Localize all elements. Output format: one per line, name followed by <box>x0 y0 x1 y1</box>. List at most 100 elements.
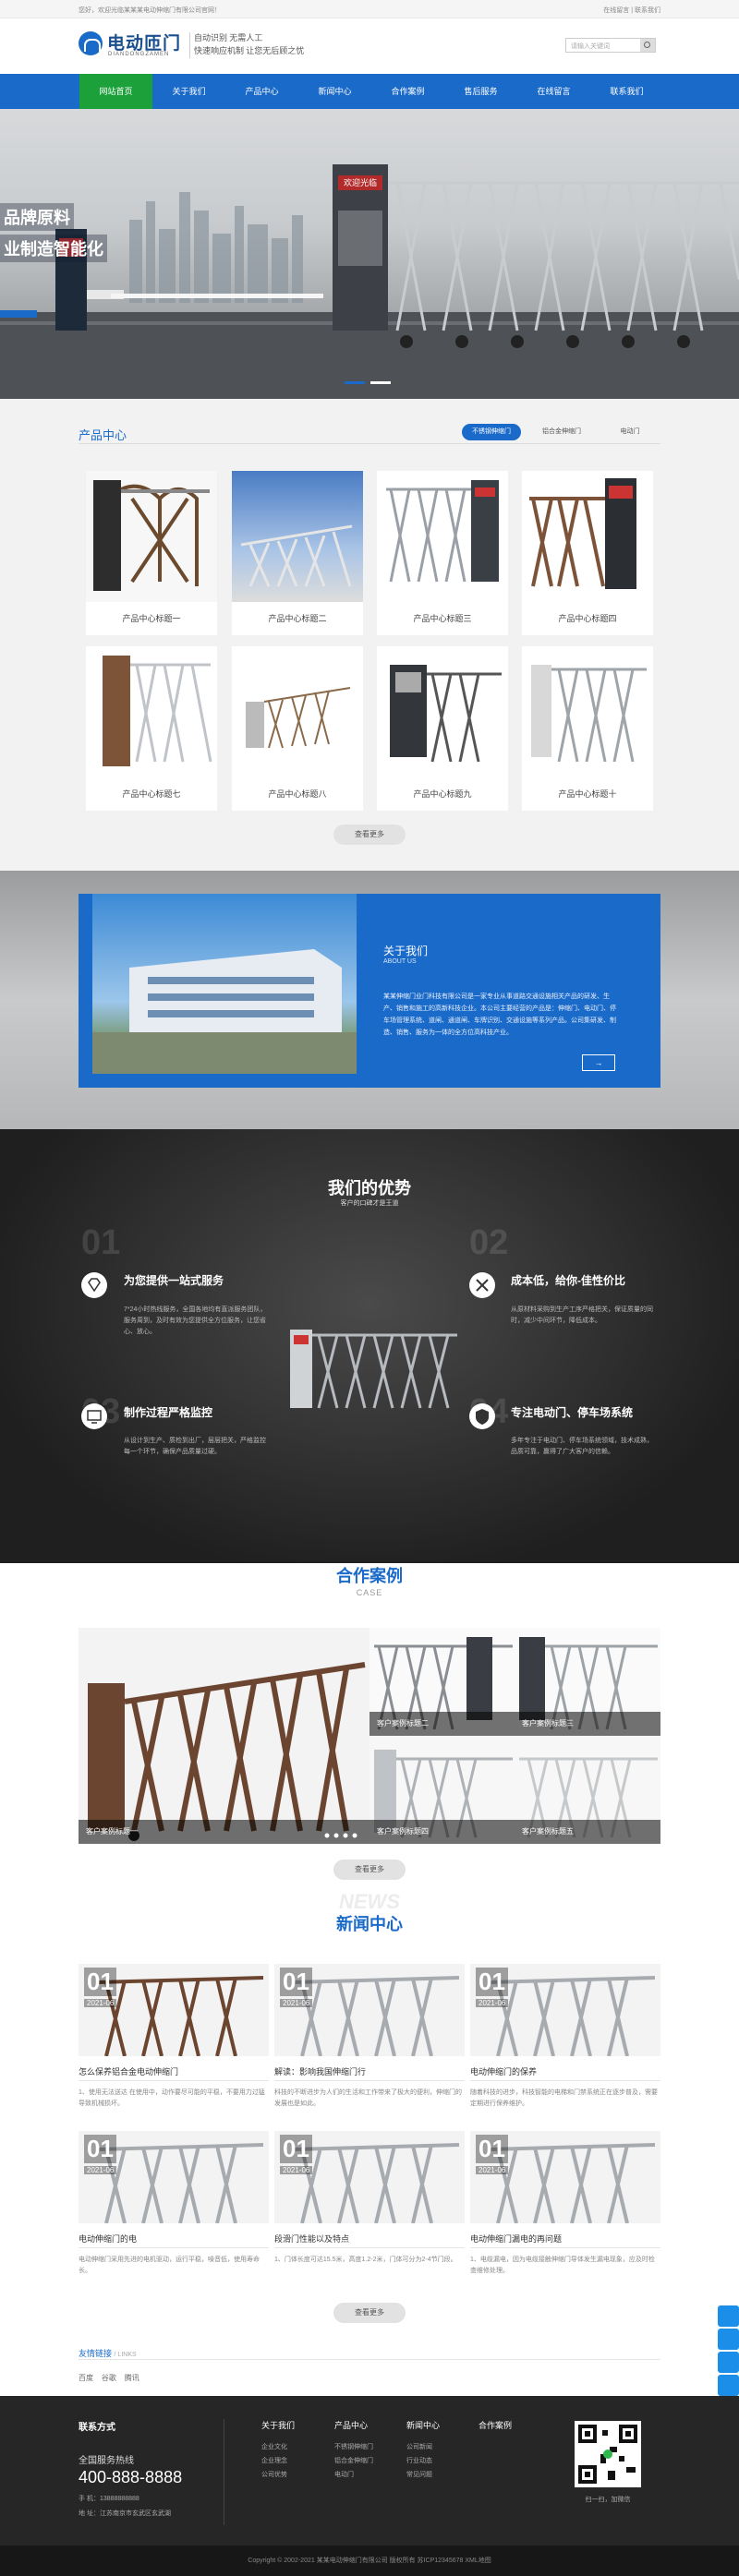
news-card[interactable]: 01 2021-06 电动伸缩门的保养 随着科技的进步，科技智能的电梯和门禁系统正在逐… <box>470 1964 660 2121</box>
news-title[interactable]: 电动伸缩门的电 <box>79 2233 269 2245</box>
footer-link[interactable]: 公司优势 <box>261 2468 331 2482</box>
products-more-button[interactable]: 查看更多 <box>333 825 406 845</box>
footer-contact-title: 联系方式 <box>79 2423 115 2433</box>
news-title[interactable]: 怎么保养铝合金电动伸缩门 <box>79 2065 269 2077</box>
nav-cases[interactable]: 合作案例 <box>371 74 444 109</box>
news-title[interactable]: 电动伸缩门的保养 <box>470 2065 660 2077</box>
chat-icon[interactable] <box>718 2305 739 2327</box>
footer-column-title[interactable]: 产品中心 <box>334 2419 404 2431</box>
footer-column-title[interactable]: 合作案例 <box>479 2419 548 2431</box>
links-list: 百度 谷歌 腾讯 <box>79 2373 139 2383</box>
case-card[interactable]: 客户案例标题四 <box>370 1736 515 1844</box>
product-card[interactable]: 产品中心标题四 <box>522 471 653 635</box>
footer-column-title[interactable]: 新闻中心 <box>406 2419 476 2431</box>
nav-contact[interactable]: 联系我们 <box>590 74 663 109</box>
news-date-month: 2021-06 <box>280 1999 313 2007</box>
case-card[interactable]: 客户案例标题五 <box>515 1736 660 1844</box>
product-caption[interactable]: 产品中心标题十 <box>522 777 653 811</box>
search-icon[interactable] <box>640 39 655 52</box>
footer-link[interactable]: 公司新闻 <box>406 2440 476 2454</box>
product-card[interactable]: 产品中心标题九 <box>377 646 508 811</box>
about-more-arrow[interactable]: → <box>582 1054 615 1071</box>
case-slider-dots[interactable] <box>322 1828 359 1838</box>
case-caption[interactable]: 客户案例标题二 <box>370 1712 515 1736</box>
monitor-icon <box>81 1403 107 1429</box>
cases-subtitle: CASE <box>356 1588 383 1597</box>
product-caption[interactable]: 产品中心标题九 <box>377 777 508 811</box>
product-caption[interactable]: 产品中心标题八 <box>232 777 363 811</box>
nav-home[interactable]: 网站首页 <box>79 74 152 109</box>
news-title[interactable]: 电动伸缩门漏电的再问题 <box>470 2233 660 2245</box>
nav-service[interactable]: 售后服务 <box>444 74 517 109</box>
link-item[interactable]: 百度 <box>79 2374 93 2382</box>
nav-news[interactable]: 新闻中心 <box>298 74 371 109</box>
product-caption[interactable]: 产品中心标题四 <box>522 602 653 635</box>
footer-link[interactable]: 常见问题 <box>406 2468 476 2482</box>
phone-icon[interactable] <box>718 2329 739 2350</box>
product-card[interactable]: 产品中心标题一 <box>86 471 217 635</box>
news-more-button[interactable]: 查看更多 <box>333 2303 406 2323</box>
cases-more-button[interactable]: 查看更多 <box>333 1860 406 1880</box>
logo-text[interactable]: 电动匝门 <box>107 30 181 54</box>
hero-banner[interactable]: 品牌原料 业制造智能化 欢迎光临 <box>0 109 739 399</box>
mobile-icon[interactable] <box>718 2352 739 2373</box>
product-caption[interactable]: 产品中心标题三 <box>377 602 508 635</box>
footer-link[interactable]: 行业动态 <box>406 2454 476 2468</box>
news-excerpt: 随着科技的进步，科技智能的电梯和门禁系统正在逐步普及，需要定期进行保养维护。 <box>470 2089 658 2107</box>
product-card[interactable]: 产品中心标题八 <box>232 646 363 811</box>
adv-title: 成本低，给你-佳性价比 <box>511 1274 625 1287</box>
news-divider <box>274 2080 465 2081</box>
main-nav: 网站首页 关于我们 产品中心 新闻中心 合作案例 售后服务 在线留言 联系我们 <box>0 74 739 109</box>
product-card[interactable]: 产品中心标题三 <box>377 471 508 635</box>
case-card-large[interactable]: 客户案例标题一 <box>79 1628 370 1844</box>
product-card[interactable]: 产品中心标题七 <box>86 646 217 811</box>
footer-link[interactable]: 不锈钢伸缩门 <box>334 2440 404 2454</box>
product-caption[interactable]: 产品中心标题二 <box>232 602 363 635</box>
back-to-top-icon[interactable] <box>718 2375 739 2396</box>
case-caption[interactable]: 客户案例标题三 <box>515 1712 660 1736</box>
links-title: 友情链接 / LINKS <box>79 2347 137 2359</box>
product-image <box>522 471 653 602</box>
product-image <box>377 471 508 602</box>
top-links[interactable]: 在线留言 | 联系我们 <box>603 6 660 15</box>
logo-icon[interactable] <box>79 31 103 55</box>
link-item[interactable]: 谷歌 <box>102 2374 116 2382</box>
slogan-line-1: 自动识别 无需人工 <box>194 33 263 42</box>
product-card[interactable]: 产品中心标题十 <box>522 646 653 811</box>
footer-link[interactable]: 企业文化 <box>261 2440 331 2454</box>
case-caption[interactable]: 客户案例标题四 <box>370 1820 515 1844</box>
search-input[interactable]: 请输入关键词 <box>565 38 656 53</box>
footer-link[interactable]: 企业理念 <box>261 2454 331 2468</box>
news-card[interactable]: 01 2021-06 电动伸缩门的电 电动伸缩门采用先进的电机驱动，运行平稳，噪音低，… <box>79 2131 269 2288</box>
nav-message[interactable]: 在线留言 <box>517 74 590 109</box>
tab-stainless[interactable]: 不锈钢伸缩门 <box>462 424 521 440</box>
tab-electric[interactable]: 电动门 <box>600 424 660 440</box>
footer-column-title[interactable]: 关于我们 <box>261 2419 331 2431</box>
news-card[interactable]: 01 2021-06 怎么保养铝合金电动伸缩门 1、使用无法送达 在使用中，动作要尽可… <box>79 1964 269 2121</box>
news-card[interactable]: 01 2021-06 段滑门性能以及特点 1、门体长度可达15.5米，高度1.2-2米… <box>274 2131 465 2288</box>
news-title[interactable]: 段滑门性能以及特点 <box>274 2233 465 2245</box>
link-item[interactable]: 腾讯 <box>125 2374 139 2382</box>
product-card[interactable]: 产品中心标题二 <box>232 471 363 635</box>
tab-aluminum[interactable]: 铝合金伸缩门 <box>532 424 591 440</box>
news-card[interactable]: 01 2021-06 解读：影响我国伸缩门行 科技的不断进步为人们的生活和工作带来了极… <box>274 1964 465 2121</box>
footer-link[interactable]: 铝合金伸缩门 <box>334 2454 404 2468</box>
product-tabs: 不锈钢伸缩门 铝合金伸缩门 电动门 <box>462 424 660 440</box>
footer-column: 新闻中心公司新闻 行业动态 常见问题 <box>406 2419 476 2482</box>
footer-hotline[interactable]: 400-888-8888 <box>79 2468 182 2487</box>
news-divider <box>470 2080 660 2081</box>
logo-subtitle: DIANDONGZAMEN <box>108 52 170 57</box>
nav-about[interactable]: 关于我们 <box>152 74 225 109</box>
qr-caption: 扫一扫，加微信 <box>585 2497 631 2503</box>
adv-text: 多年专注于电动门、停车场系统领域，技术成熟，品质可靠，赢得了广大客户的信赖。 <box>511 1438 653 1455</box>
product-caption[interactable]: 产品中心标题一 <box>86 602 217 635</box>
news-title[interactable]: 解读：影响我国伸缩门行 <box>274 2065 465 2077</box>
case-card[interactable]: 客户案例标题二 <box>370 1628 515 1736</box>
nav-products[interactable]: 产品中心 <box>225 74 298 109</box>
about-subtitle: ABOUT US <box>383 958 417 965</box>
footer-link[interactable]: 电动门 <box>334 2468 404 2482</box>
product-caption[interactable]: 产品中心标题七 <box>86 777 217 811</box>
case-card[interactable]: 客户案例标题三 <box>515 1628 660 1736</box>
case-caption[interactable]: 客户案例标题五 <box>515 1820 660 1844</box>
news-card[interactable]: 01 2021-06 电动伸缩门漏电的再问题 1、电缆漏电，因为电缆接触伸缩门导体发生… <box>470 2131 660 2288</box>
